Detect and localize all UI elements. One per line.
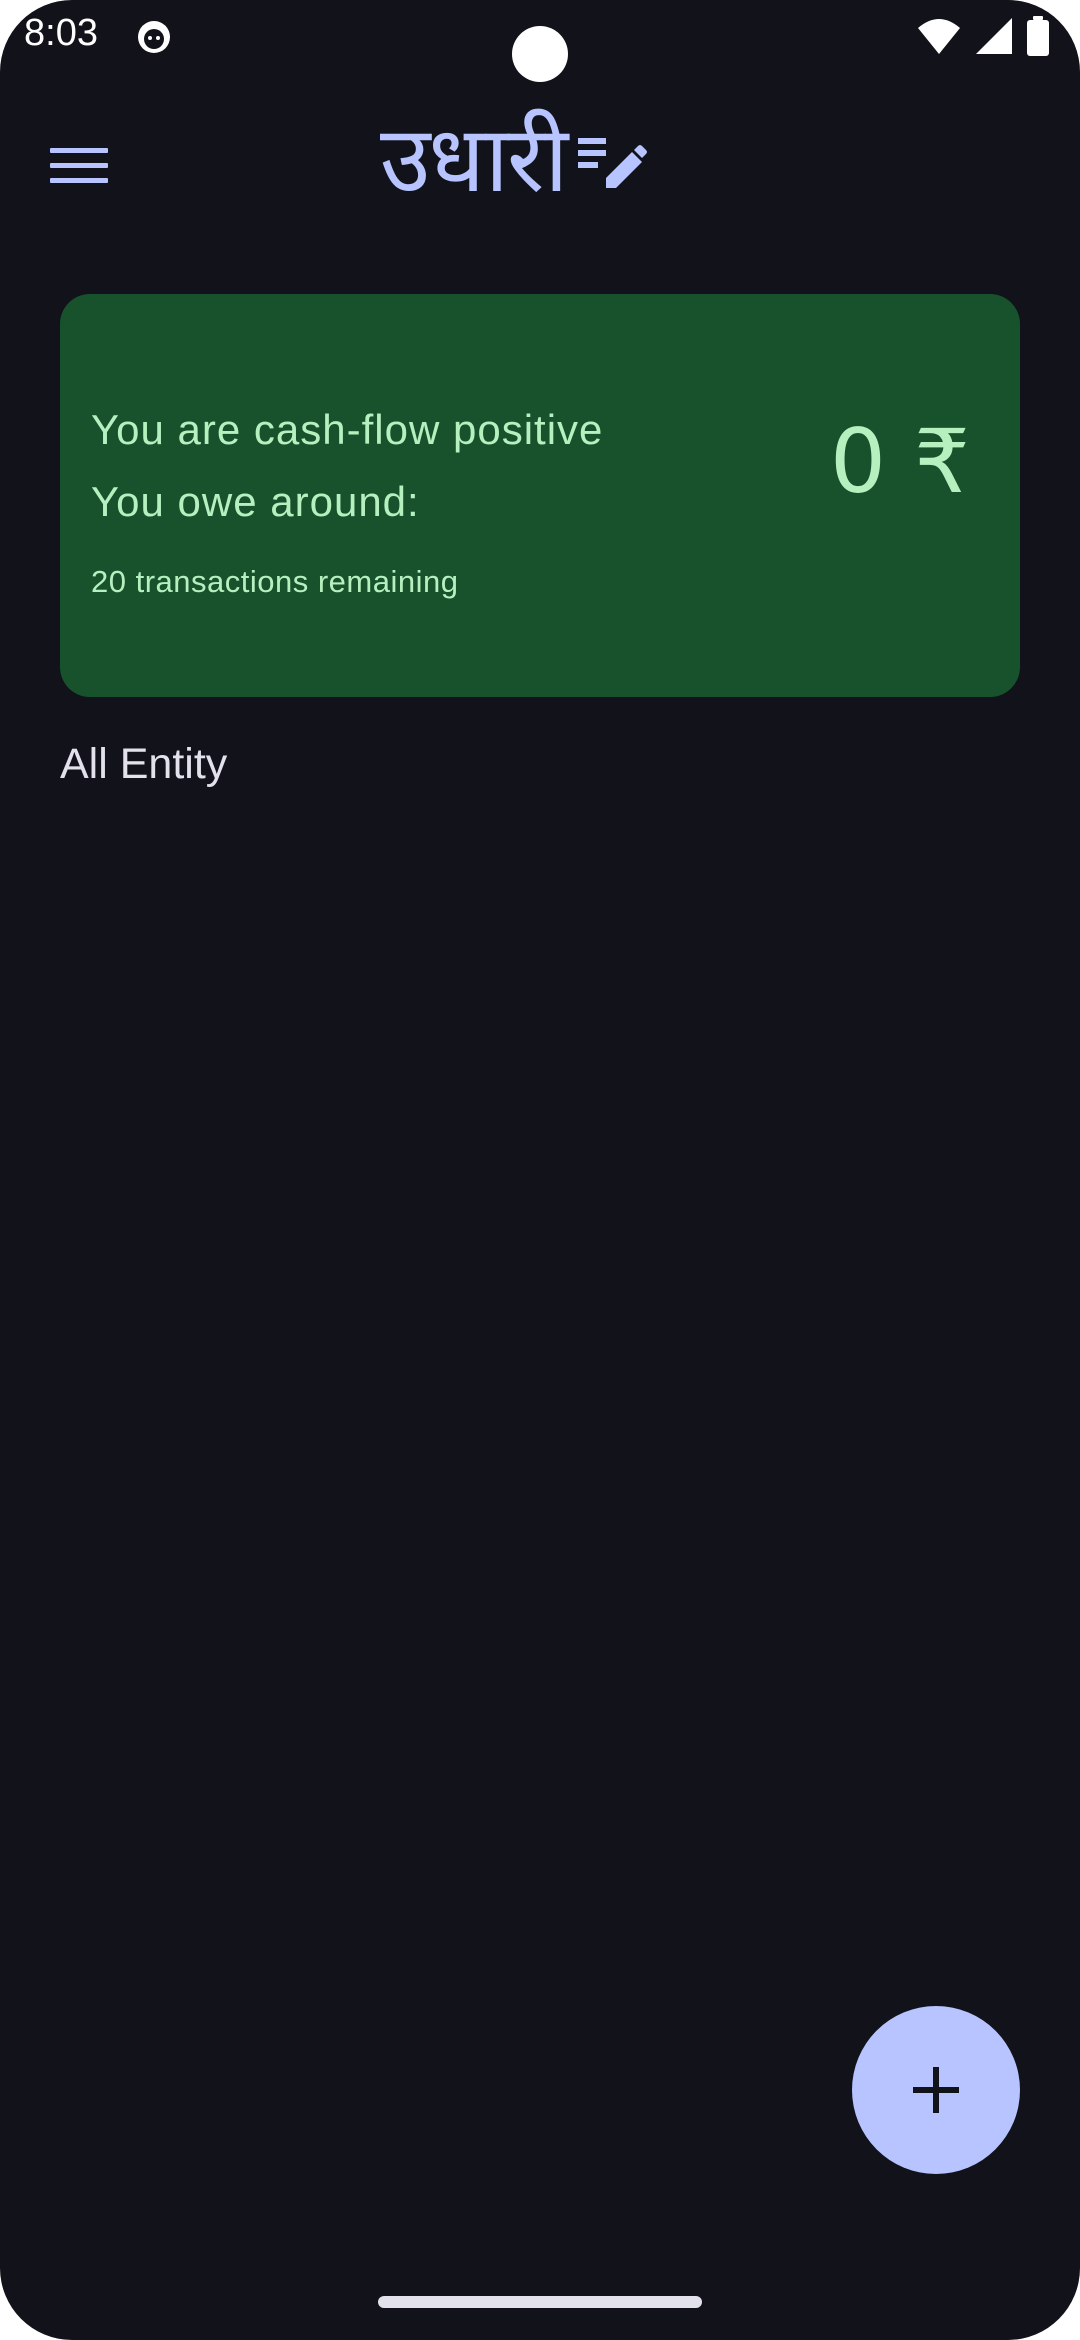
home-gesture-bar[interactable] <box>378 2296 702 2308</box>
app-notification-icon <box>138 21 170 53</box>
hamburger-menu-icon <box>50 148 108 183</box>
camera-cutout <box>512 26 568 82</box>
add-icon <box>913 2067 959 2113</box>
app-title: उधारी <box>380 106 568 213</box>
app-title-group: उधारी <box>380 100 648 220</box>
menu-button[interactable] <box>50 134 146 198</box>
status-icons <box>916 14 1050 58</box>
status-time: 8:03 <box>24 12 98 54</box>
wifi-icon <box>918 19 960 54</box>
app-screen: 8:03 उधारी You are cash-flow positive Yo… <box>0 0 1080 2340</box>
owe-label: You owe around: <box>91 478 420 525</box>
owe-amount: 0 ₹ <box>830 410 970 513</box>
cash-flow-status-text: You are cash-flow positive <box>91 406 604 453</box>
add-entity-button[interactable] <box>852 2006 1020 2174</box>
app-bar: उधारी <box>0 100 1080 240</box>
transactions-remaining-text: 20 transactions remaining <box>91 564 459 599</box>
cellular-signal-icon <box>976 18 1012 54</box>
edit-note-icon <box>578 138 648 188</box>
cash-flow-summary-card[interactable]: You are cash-flow positive You owe aroun… <box>60 294 1020 697</box>
all-entity-heading: All Entity <box>60 740 228 788</box>
status-bar: 8:03 <box>0 0 1080 82</box>
battery-icon <box>1027 16 1049 56</box>
